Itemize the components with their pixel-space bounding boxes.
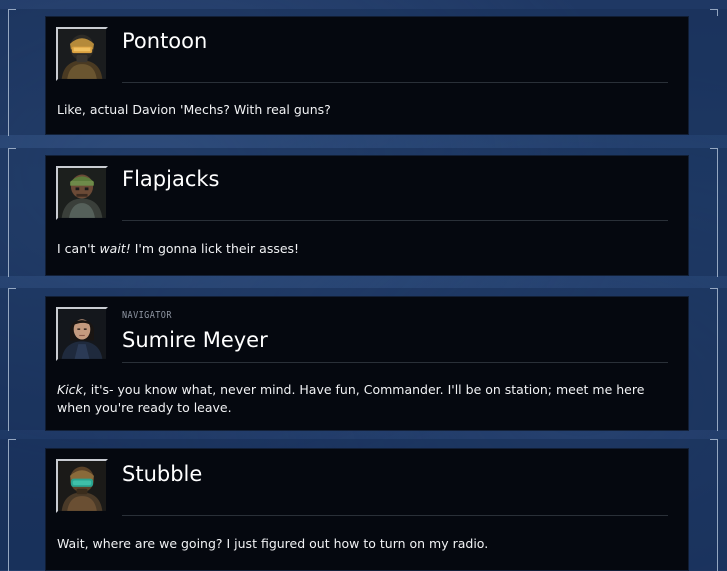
dialogue-card[interactable]: NAVIGATOR Sumire Meyer Kick, it's- you k… [46,297,688,430]
corner-bracket [710,148,718,277]
speaker-name: Sumire Meyer [122,328,268,352]
text-run: I'm gonna lick their asses! [130,241,300,256]
corner-bracket [8,148,16,277]
text-run: Like, actual Davion 'Mechs? With real gu… [57,102,331,117]
dialogue-card[interactable]: Flapjacks I can't wait! I'm gonna lick t… [46,156,688,275]
corner-bracket [8,288,16,431]
speaker-name: Stubble [122,462,203,486]
speaker-name: Flapjacks [122,167,220,191]
text-run: I can't [57,241,100,256]
navigator-portrait-icon [56,307,108,361]
pilot-portrait-icon [56,27,108,81]
pilot-portrait-icon [56,166,108,220]
text-run-emphasis: Kick [57,382,83,397]
divider [122,220,668,221]
dialogue-card[interactable]: Pontoon Like, actual Davion 'Mechs? With… [46,17,688,134]
dialogue-text: Kick, it's- you know what, never mind. H… [57,381,677,417]
speaker-role: NAVIGATOR [122,310,172,321]
text-run: , it's- you know what, never mind. Have … [57,382,645,415]
pilot-portrait-icon [56,459,108,513]
dialogue-text: Wait, where are we going? I just figured… [57,535,677,553]
corner-bracket [710,9,718,16]
corner-bracket [710,439,718,571]
divider [122,515,668,516]
corner-bracket [710,288,718,431]
dialogue-text: Like, actual Davion 'Mechs? With real gu… [57,101,677,119]
corner-bracket [8,9,16,136]
speaker-name: Pontoon [122,29,208,53]
corner-bracket [8,439,16,571]
dialogue-card[interactable]: Stubble Wait, where are we going? I just… [46,449,688,570]
divider [122,362,668,363]
text-run: Wait, where are we going? I just figured… [57,536,489,551]
divider [122,82,668,83]
dialogue-text: I can't wait! I'm gonna lick their asses… [57,240,677,258]
text-run-emphasis: wait! [99,241,131,256]
